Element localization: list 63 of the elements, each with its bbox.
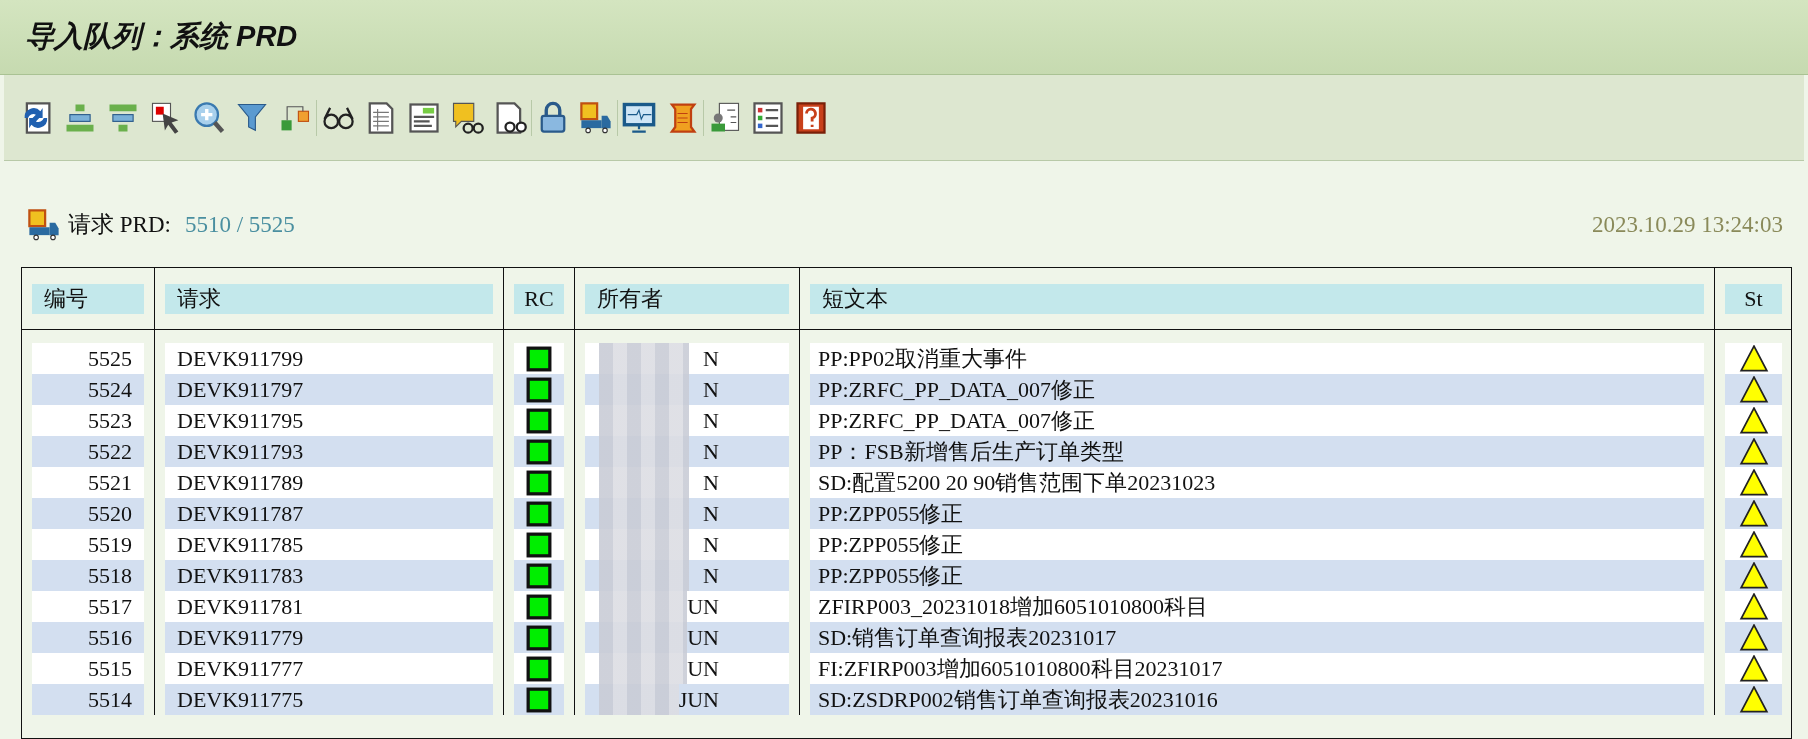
owner-cell-text: N: [703, 407, 719, 435]
request-cell: DEVK911799: [165, 343, 493, 374]
short-text-cell: PP:ZRFC_PP_DATA_007修正: [810, 405, 1704, 436]
column-header[interactable]: 所有者: [585, 283, 789, 314]
short-text-cell: ZFIRP003_20231018增加6051010800科目: [810, 591, 1704, 622]
owner-cell-text: N: [703, 345, 719, 373]
request-cell: DEVK911777: [165, 653, 493, 684]
owner-cell-text: N: [703, 562, 719, 590]
number-cell: 5516: [32, 622, 144, 653]
column-header[interactable]: 短文本: [810, 283, 1704, 314]
owner-cell-text: N: [703, 376, 719, 404]
number-cell: 5519: [32, 529, 144, 560]
number-cell: 5515: [32, 653, 144, 684]
owner-cell-text: N: [703, 500, 719, 528]
request-cell: DEVK911783: [165, 560, 493, 591]
datetime: 2023.10.29 13:24:03: [1591, 210, 1783, 239]
column-header[interactable]: St: [1725, 283, 1782, 314]
short-text-cell: PP:ZRFC_PP_DATA_007修正: [810, 374, 1704, 405]
column-header[interactable]: RC: [514, 283, 564, 314]
request-label: 请求 PRD:: [68, 210, 171, 239]
short-text-cell: SD:销售订单查询报表20231017: [810, 622, 1704, 653]
column-header[interactable]: 编号: [32, 283, 144, 314]
owner-cell-text: N: [703, 531, 719, 559]
truck-icon[interactable]: [579, 99, 613, 136]
owner-cell-text: UN: [687, 624, 719, 652]
request-cell: DEVK911781: [165, 591, 493, 622]
owner-cell-text: N: [703, 469, 719, 497]
short-text-cell: PP:ZPP055修正: [810, 529, 1704, 560]
checklist-icon[interactable]: [751, 99, 785, 136]
request-cell: DEVK911787: [165, 498, 493, 529]
owner-cell-text: N: [703, 438, 719, 466]
request-cell: DEVK911785: [165, 529, 493, 560]
window-title: 导入队列：系统 PRD: [25, 19, 298, 55]
short-text-cell: SD:配置5200 20 90销售范围下单20231023: [810, 467, 1704, 498]
zoom-icon[interactable]: [192, 99, 226, 136]
owner-cell-text: UN: [687, 593, 719, 621]
number-cell: 5514: [32, 684, 144, 715]
short-text-cell: PP:PP02取消重大事件: [810, 343, 1704, 374]
request-count: 5510 / 5525: [184, 210, 295, 239]
number-cell: 5524: [32, 374, 144, 405]
owner-cell-text: JUN: [678, 686, 719, 714]
request-cell: DEVK911797: [165, 374, 493, 405]
owner-cell-text: UN: [687, 655, 719, 683]
short-text-cell: FI:ZFIRP003增加6051010800科目20231017: [810, 653, 1704, 684]
request-cell: DEVK911775: [165, 684, 493, 715]
number-cell: 5520: [32, 498, 144, 529]
number-cell: 5523: [32, 405, 144, 436]
column-header[interactable]: 请求: [165, 283, 493, 314]
number-cell: 5525: [32, 343, 144, 374]
number-cell: 5517: [32, 591, 144, 622]
short-text-cell: SD:ZSDRP002销售订单查询报表20231016: [810, 684, 1704, 715]
request-cell: DEVK911789: [165, 467, 493, 498]
short-text-cell: PP:ZPP055修正: [810, 498, 1704, 529]
number-cell: 5522: [32, 436, 144, 467]
request-cell: DEVK911793: [165, 436, 493, 467]
truck-icon: [26, 207, 62, 243]
number-cell: 5518: [32, 560, 144, 591]
number-cell: 5521: [32, 467, 144, 498]
request-cell: DEVK911779: [165, 622, 493, 653]
help-icon[interactable]: [794, 99, 828, 136]
request-cell: DEVK911795: [165, 405, 493, 436]
short-text-cell: PP：FSB新增售后生产订单类型: [810, 436, 1704, 467]
short-text-cell: PP:ZPP055修正: [810, 560, 1704, 591]
